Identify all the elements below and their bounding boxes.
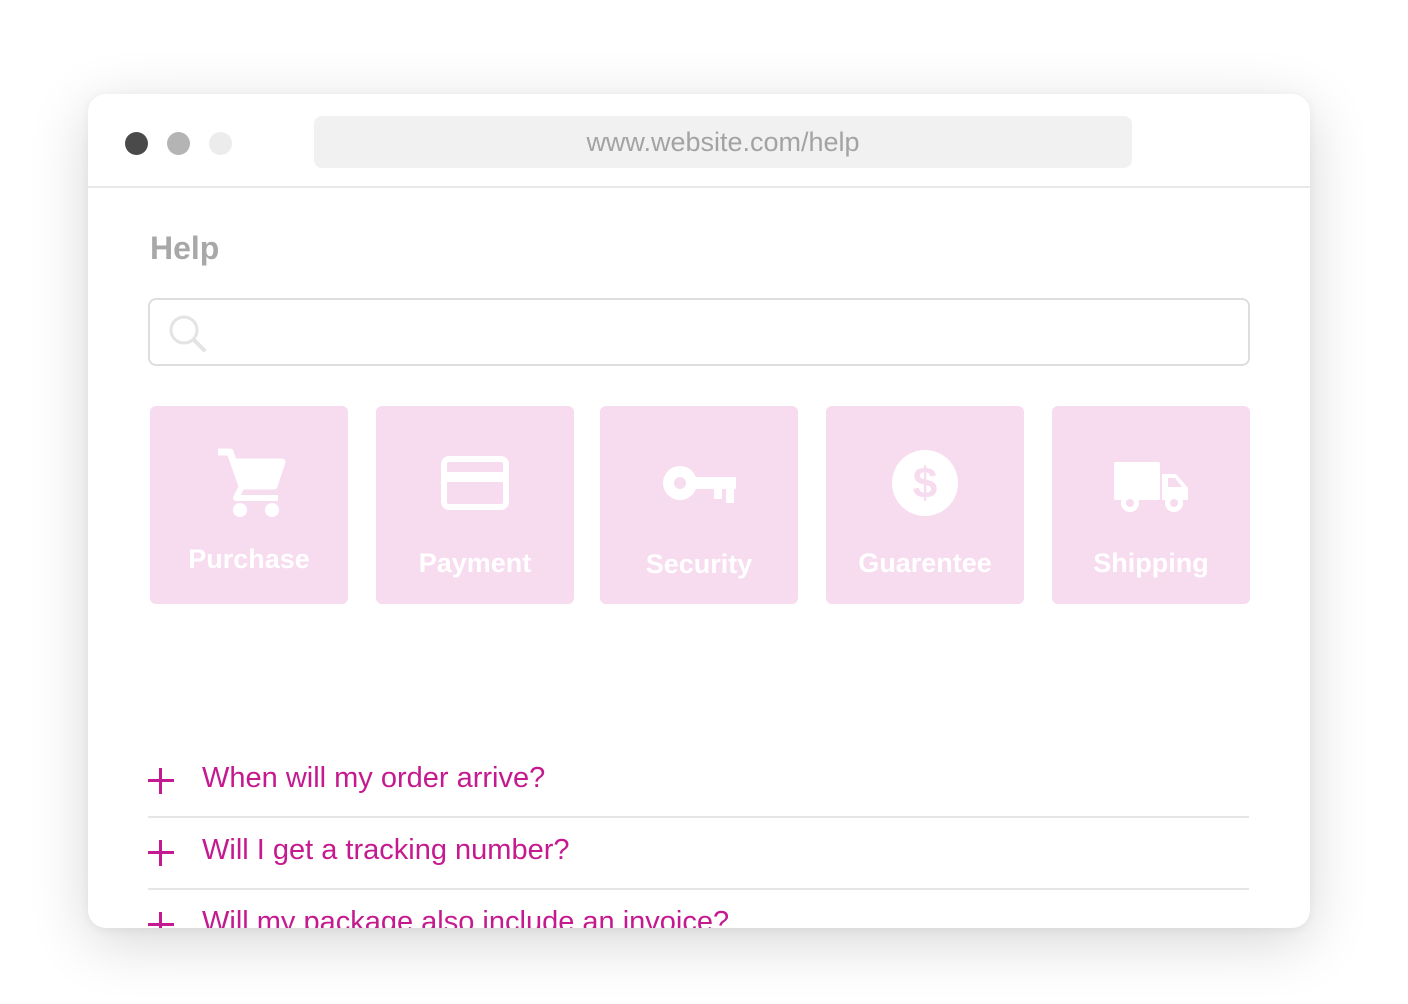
plus-icon bbox=[148, 840, 174, 866]
maximize-window-button[interactable] bbox=[209, 132, 232, 155]
minimize-window-button[interactable] bbox=[167, 132, 190, 155]
shopping-cart-icon bbox=[150, 446, 348, 520]
category-guarentee[interactable]: $ Guarentee bbox=[826, 406, 1024, 604]
category-security[interactable]: Security bbox=[600, 406, 798, 604]
address-bar[interactable]: www.website.com/help bbox=[314, 116, 1132, 168]
category-tiles: Purchase Payment Security $ Guarentee Sh… bbox=[150, 406, 1250, 604]
category-payment-label: Payment bbox=[418, 548, 532, 578]
browser-window: www.website.com/help Help Purchase Payme… bbox=[88, 94, 1310, 928]
faq-item[interactable]: Will I get a tracking number? bbox=[148, 818, 1249, 890]
category-guarentee-label: Guarentee bbox=[858, 548, 992, 578]
close-window-button[interactable] bbox=[125, 132, 148, 155]
category-purchase-label: Purchase bbox=[188, 544, 310, 574]
svg-text:$: $ bbox=[913, 459, 937, 508]
faq-item[interactable]: When will my order arrive? bbox=[148, 746, 1249, 818]
search-input[interactable] bbox=[148, 298, 1250, 366]
faq-list: When will my order arrive? Will I get a … bbox=[148, 746, 1249, 928]
faq-question: Will my package also include an invoice? bbox=[202, 906, 730, 928]
category-payment[interactable]: Payment bbox=[376, 406, 574, 604]
category-shipping-label: Shipping bbox=[1093, 548, 1209, 578]
browser-titlebar: www.website.com/help bbox=[88, 94, 1310, 188]
plus-icon bbox=[148, 768, 174, 794]
category-purchase[interactable]: Purchase bbox=[150, 406, 348, 604]
search-icon bbox=[169, 315, 206, 352]
category-shipping[interactable]: Shipping bbox=[1052, 406, 1250, 604]
key-icon bbox=[600, 446, 798, 520]
plus-icon bbox=[148, 912, 174, 928]
faq-question: Will I get a tracking number? bbox=[202, 834, 570, 866]
page-title: Help bbox=[150, 230, 220, 266]
credit-card-icon bbox=[376, 446, 574, 520]
help-page: Help Purchase Payment Security $ Guarent… bbox=[88, 188, 1310, 928]
faq-question: When will my order arrive? bbox=[202, 762, 546, 794]
dollar-circle-icon: $ bbox=[826, 446, 1024, 520]
truck-icon bbox=[1052, 446, 1250, 520]
category-security-label: Security bbox=[645, 549, 753, 579]
faq-item[interactable]: Will my package also include an invoice? bbox=[148, 890, 1249, 928]
